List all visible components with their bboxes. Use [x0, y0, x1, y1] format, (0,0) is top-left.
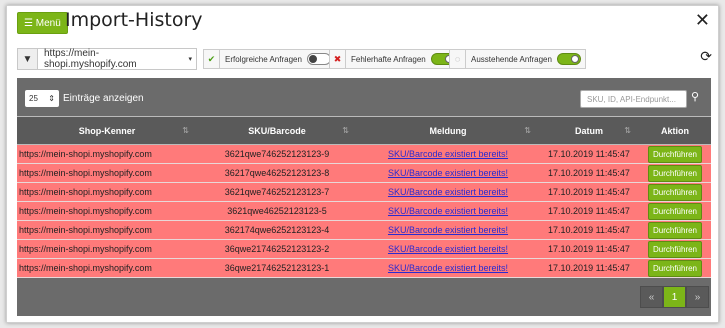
next-page-button[interactable]: » — [686, 286, 709, 308]
table-row: https://mein-shopi.myshopify.com 3621qwe… — [17, 201, 711, 221]
cell-date: 17.10.2019 11:45:47 — [539, 163, 639, 183]
cell-sku: 36qwe21746252123123-1 — [197, 258, 357, 278]
run-button[interactable]: Durchführen — [647, 183, 703, 201]
refresh-icon[interactable]: ⟳ — [700, 48, 712, 65]
run-button[interactable]: Durchführen — [647, 221, 703, 239]
toggle-success-switch[interactable] — [306, 53, 331, 65]
chevron-down-icon: ▾ — [188, 56, 192, 63]
toggle-error-label: Fehlerhafte Anfragen — [351, 54, 426, 64]
message-link[interactable]: SKU/Barcode existiert bereits! — [388, 263, 508, 273]
col-header-sku[interactable]: SKU/Barcode ⇅ — [197, 116, 357, 145]
col-header-message[interactable]: Meldung ⇅ — [357, 116, 539, 145]
cell-sku: 36qwe21746252123123-2 — [197, 239, 357, 259]
table-row: https://mein-shopi.myshopify.com 3621qwe… — [17, 144, 711, 164]
cell-shop: https://mein-shopi.myshopify.com — [17, 220, 197, 240]
cell-sku: 36217qwe46252123123-8 — [197, 163, 357, 183]
toggle-error[interactable]: ✖ Fehlerhafte Anfragen — [329, 49, 460, 69]
close-icon[interactable]: ✕ — [695, 10, 710, 31]
search-icon[interactable]: ⚲ — [691, 90, 699, 103]
run-button[interactable]: Durchführen — [647, 145, 703, 163]
message-link[interactable]: SKU/Barcode existiert bereits! — [388, 149, 508, 159]
page-1-button[interactable]: 1 — [663, 286, 686, 308]
cell-date: 17.10.2019 11:45:47 — [539, 220, 639, 240]
toggle-pending[interactable]: ◌ Ausstehende Anfragen — [449, 49, 586, 69]
toggle-success[interactable]: ✔ Erfolgreiche Anfragen — [203, 49, 336, 69]
pagination: « 1 » — [640, 286, 709, 308]
stepper-icon: ⇕ — [48, 94, 55, 103]
run-button[interactable]: Durchführen — [647, 164, 703, 182]
col-header-action: Aktion — [639, 116, 711, 145]
table-row: https://mein-shopi.myshopify.com 36217qw… — [17, 163, 711, 183]
cell-sku: 3621qwe46252123123-5 — [197, 201, 357, 221]
entries-label: Einträge anzeigen — [63, 93, 144, 104]
run-button[interactable]: Durchführen — [647, 259, 703, 277]
run-button[interactable]: Durchführen — [647, 240, 703, 258]
message-link[interactable]: SKU/Barcode existiert bereits! — [388, 187, 508, 197]
message-link[interactable]: SKU/Barcode existiert bereits! — [388, 244, 508, 254]
cell-date: 17.10.2019 11:45:47 — [539, 144, 639, 164]
table-row: https://mein-shopi.myshopify.com 36qwe21… — [17, 258, 711, 278]
cell-sku: 362174qwe6252123123-4 — [197, 220, 357, 240]
cell-shop: https://mein-shopi.myshopify.com — [17, 239, 197, 259]
toggle-pending-switch[interactable] — [556, 53, 581, 65]
cell-sku: 3621qwe746252123123-9 — [197, 144, 357, 164]
run-button[interactable]: Durchführen — [647, 202, 703, 220]
prev-page-button[interactable]: « — [640, 286, 663, 308]
message-link[interactable]: SKU/Barcode existiert bereits! — [388, 225, 508, 235]
cell-date: 17.10.2019 11:45:47 — [539, 182, 639, 202]
page-size-value: 25 — [29, 94, 38, 103]
message-link[interactable]: SKU/Barcode existiert bereits! — [388, 206, 508, 216]
toggle-pending-label: Ausstehende Anfragen — [471, 54, 552, 64]
cell-shop: https://mein-shopi.myshopify.com — [17, 163, 197, 183]
cell-date: 17.10.2019 11:45:47 — [539, 239, 639, 259]
toggle-success-label: Erfolgreiche Anfragen — [225, 54, 302, 64]
table-row: https://mein-shopi.myshopify.com 36qwe21… — [17, 239, 711, 259]
filter-icon: ▼ — [18, 49, 38, 69]
history-table: Shop-Kenner ⇅ SKU/Barcode ⇅ Meldung ⇅ Datum… — [17, 116, 711, 278]
page-size-select[interactable]: 25 ⇕ — [25, 90, 59, 107]
table-panel: 25 ⇕ Einträge anzeigen SKU, ID, API-Endp… — [17, 78, 711, 316]
col-header-date[interactable]: Datum ⇅ — [539, 116, 639, 145]
cell-sku: 3621qwe746252123123-7 — [197, 182, 357, 202]
shop-select-value: https://mein-shopi.myshopify.com — [44, 48, 137, 70]
check-icon: ✔ — [204, 50, 220, 68]
cell-shop: https://mein-shopi.myshopify.com — [17, 258, 197, 278]
table-row: https://mein-shopi.myshopify.com 3621qwe… — [17, 182, 711, 202]
cell-shop: https://mein-shopi.myshopify.com — [17, 182, 197, 202]
col-header-shop[interactable]: Shop-Kenner ⇅ — [17, 116, 197, 145]
pending-icon: ◌ — [450, 50, 466, 68]
cell-date: 17.10.2019 11:45:47 — [539, 258, 639, 278]
page-title: Import-History — [65, 9, 203, 31]
x-icon: ✖ — [330, 50, 346, 68]
shop-select[interactable]: https://mein-shopi.myshopify.com ▾ — [38, 48, 196, 70]
message-link[interactable]: SKU/Barcode existiert bereits! — [388, 168, 508, 178]
table-row: https://mein-shopi.myshopify.com 362174q… — [17, 220, 711, 240]
cell-date: 17.10.2019 11:45:47 — [539, 201, 639, 221]
search-input[interactable]: SKU, ID, API-Endpunkt... — [580, 90, 687, 108]
shop-filter[interactable]: ▼ https://mein-shopi.myshopify.com ▾ — [17, 48, 197, 70]
menu-button[interactable]: ☰ Menü — [17, 12, 68, 34]
import-history-modal: ☰ Menü Import-History ✕ ▼ https://mein-s… — [6, 5, 719, 323]
cell-shop: https://mein-shopi.myshopify.com — [17, 201, 197, 221]
entries-control: 25 ⇕ Einträge anzeigen — [25, 90, 144, 107]
cell-shop: https://mein-shopi.myshopify.com — [17, 144, 197, 164]
